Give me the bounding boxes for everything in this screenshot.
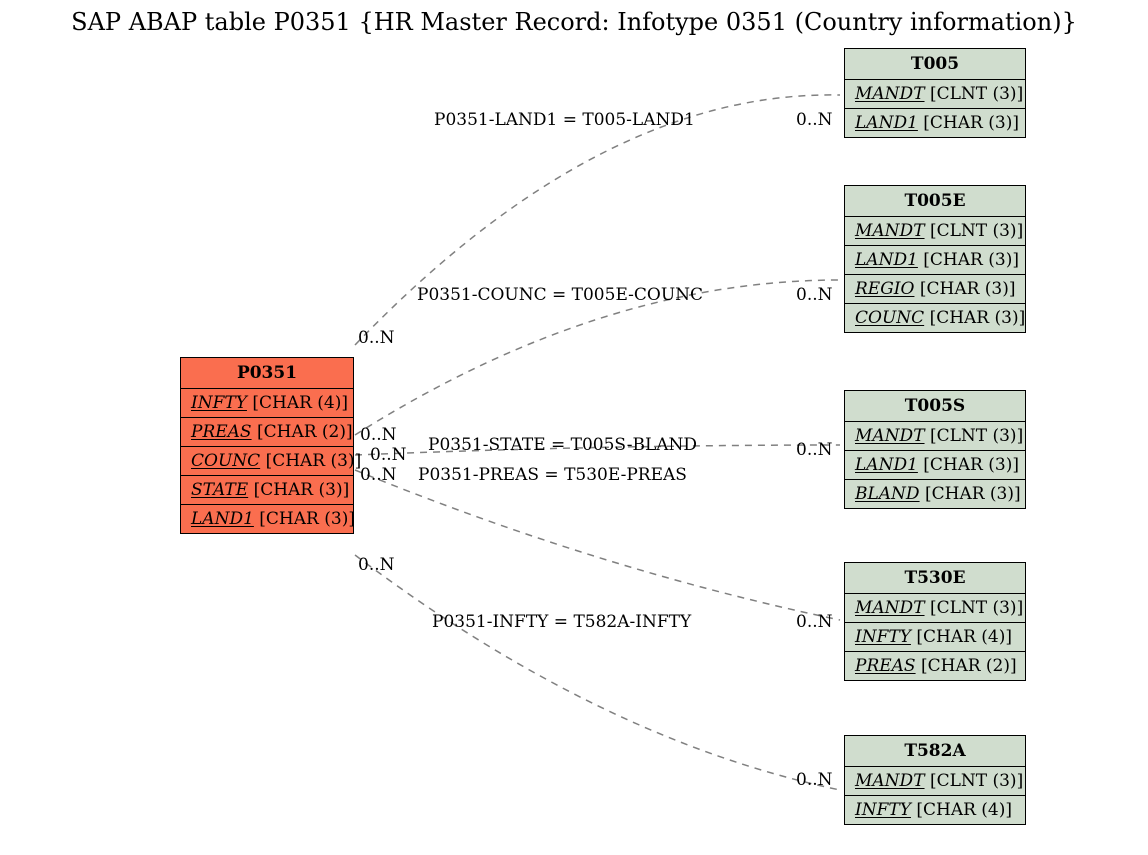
field-type: [CHAR (3)] [254,480,350,500]
field-type: [CHAR (3)] [259,509,355,529]
field-row: LAND1 [CHAR (3)] [845,246,1025,275]
field-row: PREAS [CHAR (2)] [181,418,353,447]
entity-p0351: P0351 INFTY [CHAR (4)] PREAS [CHAR (2)] … [180,357,354,534]
field-name: MANDT [855,426,925,446]
cardinality-label: 0..N [796,110,833,130]
cardinality-label: 0..N [370,445,407,465]
entity-header: T005E [845,186,1025,217]
field-name: REGIO [855,279,914,299]
field-name: BLAND [855,484,920,504]
entity-header: T005 [845,49,1025,80]
field-name: MANDT [855,221,925,241]
edge-label: P0351-STATE = T005S-BLAND [428,435,697,455]
field-name: PREAS [191,422,252,442]
field-type: [CHAR (3)] [923,113,1019,133]
field-row: LAND1 [CHAR (3)] [181,505,353,533]
entity-t582a: T582A MANDT [CLNT (3)] INFTY [CHAR (4)] [844,735,1026,825]
field-row: MANDT [CLNT (3)] [845,80,1025,109]
field-type: [CHAR (3)] [925,484,1021,504]
entity-t530e: T530E MANDT [CLNT (3)] INFTY [CHAR (4)] … [844,562,1026,681]
field-name: LAND1 [855,455,918,475]
field-name: STATE [191,480,248,500]
field-row: INFTY [CHAR (4)] [845,796,1025,824]
edge-label: P0351-INFTY = T582A-INFTY [432,612,691,632]
field-type: [CHAR (3)] [266,451,362,471]
field-row: INFTY [CHAR (4)] [181,389,353,418]
field-type: [CHAR (3)] [923,250,1019,270]
field-type: [CLNT (3)] [930,771,1023,791]
entity-header: T005S [845,391,1025,422]
field-name: INFTY [855,627,911,647]
edge-label: P0351-PREAS = T530E-PREAS [418,465,687,485]
field-type: [CHAR (2)] [921,656,1017,676]
field-type: [CLNT (3)] [930,221,1023,241]
field-name: INFTY [855,800,911,820]
field-name: MANDT [855,84,925,104]
field-type: [CHAR (2)] [257,422,353,442]
field-name: COUNC [191,451,260,471]
cardinality-label: 0..N [358,328,395,348]
diagram-title: SAP ABAP table P0351 {HR Master Record: … [0,8,1148,36]
field-row: MANDT [CLNT (3)] [845,767,1025,796]
cardinality-label: 0..N [358,555,395,575]
field-type: [CLNT (3)] [930,598,1023,618]
field-type: [CHAR (3)] [930,308,1026,328]
field-row: MANDT [CLNT (3)] [845,422,1025,451]
field-row: STATE [CHAR (3)] [181,476,353,505]
field-type: [CHAR (4)] [916,627,1012,647]
field-type: [CHAR (3)] [920,279,1016,299]
field-name: MANDT [855,598,925,618]
edge-label: P0351-LAND1 = T005-LAND1 [434,110,695,130]
entity-t005: T005 MANDT [CLNT (3)] LAND1 [CHAR (3)] [844,48,1026,138]
field-type: [CLNT (3)] [930,426,1023,446]
entity-t005s: T005S MANDT [CLNT (3)] LAND1 [CHAR (3)] … [844,390,1026,509]
field-name: LAND1 [855,113,918,133]
field-type: [CHAR (3)] [923,455,1019,475]
cardinality-label: 0..N [796,612,833,632]
field-name: MANDT [855,771,925,791]
field-name: LAND1 [191,509,254,529]
field-row: BLAND [CHAR (3)] [845,480,1025,508]
cardinality-label: 0..N [796,440,833,460]
field-name: INFTY [191,393,247,413]
cardinality-label: 0..N [796,770,833,790]
field-type: [CHAR (4)] [252,393,348,413]
field-row: MANDT [CLNT (3)] [845,217,1025,246]
cardinality-label: 0..N [360,425,397,445]
field-row: MANDT [CLNT (3)] [845,594,1025,623]
cardinality-label: 0..N [360,465,397,485]
field-name: COUNC [855,308,924,328]
entity-header: P0351 [181,358,353,389]
field-row: PREAS [CHAR (2)] [845,652,1025,680]
field-type: [CHAR (4)] [916,800,1012,820]
field-name: LAND1 [855,250,918,270]
field-row: COUNC [CHAR (3)] [181,447,353,476]
field-row: LAND1 [CHAR (3)] [845,109,1025,137]
field-row: COUNC [CHAR (3)] [845,304,1025,332]
field-type: [CLNT (3)] [930,84,1023,104]
field-name: PREAS [855,656,916,676]
field-row: REGIO [CHAR (3)] [845,275,1025,304]
entity-header: T530E [845,563,1025,594]
entity-t005e: T005E MANDT [CLNT (3)] LAND1 [CHAR (3)] … [844,185,1026,333]
field-row: LAND1 [CHAR (3)] [845,451,1025,480]
entity-header: T582A [845,736,1025,767]
cardinality-label: 0..N [796,285,833,305]
edge-label: P0351-COUNC = T005E-COUNC [417,285,703,305]
field-row: INFTY [CHAR (4)] [845,623,1025,652]
